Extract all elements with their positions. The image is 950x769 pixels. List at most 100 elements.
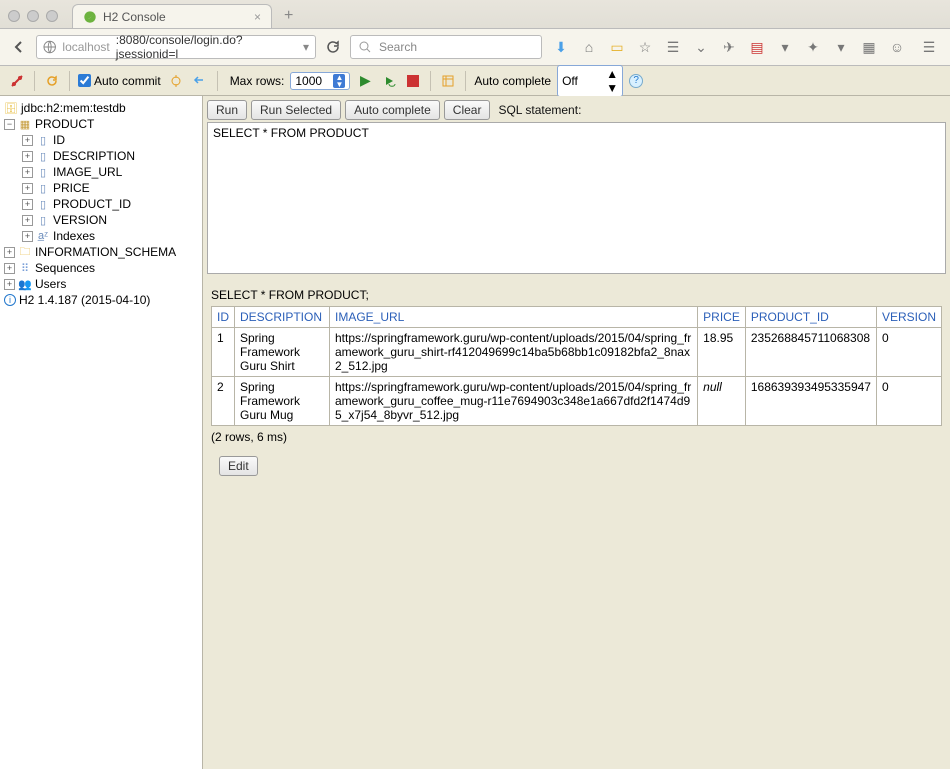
run-icon[interactable]: ▶: [356, 72, 374, 90]
collapse-icon[interactable]: −: [4, 119, 15, 130]
pocket-icon[interactable]: ⌄: [692, 38, 710, 56]
result-area: SELECT * FROM PRODUCT; ID DESCRIPTION IM…: [203, 278, 950, 488]
tree-column[interactable]: +▯DESCRIPTION: [0, 148, 202, 164]
expand-icon[interactable]: +: [22, 215, 33, 226]
tree-column[interactable]: +▯ID: [0, 132, 202, 148]
col-header[interactable]: PRICE: [698, 307, 746, 328]
minimize-window-icon[interactable]: [27, 10, 39, 22]
back-button[interactable]: [8, 36, 30, 58]
folder-icon[interactable]: ▭: [608, 38, 626, 56]
help-icon[interactable]: ?: [629, 74, 643, 88]
pdf-icon[interactable]: ▤: [748, 38, 766, 56]
window-controls: [8, 10, 58, 22]
run-button[interactable]: Run: [207, 100, 247, 120]
col-label: IMAGE_URL: [53, 165, 122, 179]
table-row: 1 Spring Framework Guru Shirt https://sp…: [212, 328, 942, 377]
list-icon[interactable]: ☰: [664, 38, 682, 56]
col-header[interactable]: ID: [212, 307, 235, 328]
download-icon[interactable]: ⬇: [552, 38, 570, 56]
title-bar: H2 Console × +: [0, 0, 950, 28]
expand-icon[interactable]: +: [22, 199, 33, 210]
dropdown-icon[interactable]: ▾: [303, 40, 309, 54]
commit-icon[interactable]: [167, 72, 185, 90]
sql-textarea[interactable]: SELECT * FROM PRODUCT: [207, 122, 946, 274]
grid-icon[interactable]: ▦: [860, 38, 878, 56]
dropdown2-icon[interactable]: ▾: [776, 38, 794, 56]
search-input[interactable]: Search: [350, 35, 542, 59]
expand-icon[interactable]: +: [4, 247, 15, 258]
content-pane: Run Run Selected Auto complete Clear SQL…: [203, 96, 950, 769]
auto-complete-button[interactable]: Auto complete: [345, 100, 440, 120]
disconnect-icon[interactable]: [8, 72, 26, 90]
url-input[interactable]: localhost:8080/console/login.do?jsession…: [36, 35, 316, 59]
browser-tab[interactable]: H2 Console ×: [72, 4, 272, 28]
maximize-window-icon[interactable]: [46, 10, 58, 22]
col-label: VERSION: [53, 213, 107, 227]
stop-icon[interactable]: [404, 72, 422, 90]
dropdown3-icon[interactable]: ▾: [832, 38, 850, 56]
new-tab-button[interactable]: +: [278, 7, 299, 25]
clear-button[interactable]: Clear: [444, 100, 491, 120]
send-icon[interactable]: ✈: [720, 38, 738, 56]
table-row: 2 Spring Framework Guru Mug https://spri…: [212, 377, 942, 426]
auto-complete-label: Auto complete: [474, 74, 551, 88]
col-header[interactable]: DESCRIPTION: [235, 307, 330, 328]
stepper-icon: ▲▼: [333, 74, 345, 88]
column-icon: ▯: [36, 213, 50, 227]
table-label: PRODUCT: [35, 117, 94, 131]
url-path: :8080/console/login.do?jsessionid=l: [116, 33, 297, 61]
expand-icon[interactable]: +: [22, 183, 33, 194]
max-rows-select[interactable]: 1000 ▲▼: [290, 72, 350, 90]
expand-icon[interactable]: +: [22, 135, 33, 146]
cell: 168639393495335947: [745, 377, 876, 426]
auto-complete-select[interactable]: Off ▲▼: [557, 65, 623, 97]
run-selected-icon[interactable]: [380, 72, 398, 90]
expand-icon[interactable]: +: [22, 231, 33, 242]
index-icon: a̲ᶻ: [36, 229, 50, 243]
auto-commit-checkbox[interactable]: Auto commit: [78, 74, 161, 88]
star-icon[interactable]: ☆: [636, 38, 654, 56]
close-window-icon[interactable]: [8, 10, 20, 22]
tree-information-schema[interactable]: +🗀INFORMATION_SCHEMA: [0, 244, 202, 260]
version-label: H2 1.4.187 (2015-04-10): [19, 293, 150, 307]
main-area: 🗄 jdbc:h2:mem:testdb − ▦ PRODUCT +▯ID +▯…: [0, 96, 950, 769]
sql-statement-label: SQL statement:: [498, 103, 581, 117]
dev-icon[interactable]: ✦: [804, 38, 822, 56]
tree-database[interactable]: 🗄 jdbc:h2:mem:testdb: [0, 100, 202, 116]
tab-close-icon[interactable]: ×: [254, 10, 261, 24]
tree-column[interactable]: +▯PRICE: [0, 180, 202, 196]
browser-toolbar-icons: ⬇ ⌂ ▭ ☆ ☰ ⌄ ✈ ▤ ▾ ✦ ▾ ▦ ☺ ☰: [548, 38, 942, 56]
max-rows-label: Max rows:: [230, 74, 285, 88]
home-icon[interactable]: ⌂: [580, 38, 598, 56]
chat-icon[interactable]: ☺: [888, 38, 906, 56]
col-header[interactable]: VERSION: [876, 307, 941, 328]
tree-column[interactable]: +▯VERSION: [0, 212, 202, 228]
refresh-icon[interactable]: [43, 72, 61, 90]
col-header[interactable]: IMAGE_URL: [330, 307, 698, 328]
tree-column[interactable]: +▯PRODUCT_ID: [0, 196, 202, 212]
rollback-icon[interactable]: [191, 72, 209, 90]
col-label: PRICE: [53, 181, 90, 195]
tree-column[interactable]: +▯IMAGE_URL: [0, 164, 202, 180]
expand-icon[interactable]: +: [4, 279, 15, 290]
history-icon[interactable]: [439, 72, 457, 90]
menu-icon[interactable]: ☰: [920, 38, 938, 56]
max-rows-value: 1000: [295, 74, 322, 88]
edit-button[interactable]: Edit: [219, 456, 258, 476]
column-icon: ▯: [36, 165, 50, 179]
sequences-label: Sequences: [35, 261, 95, 275]
tree-sequences[interactable]: +⠿Sequences: [0, 260, 202, 276]
cell: 0: [876, 328, 941, 377]
sidebar-tree: 🗄 jdbc:h2:mem:testdb − ▦ PRODUCT +▯ID +▯…: [0, 96, 203, 769]
sql-toolbar: Run Run Selected Auto complete Clear SQL…: [203, 96, 950, 122]
reload-button[interactable]: [322, 36, 344, 58]
tree-users[interactable]: +👥Users: [0, 276, 202, 292]
expand-icon[interactable]: +: [22, 151, 33, 162]
expand-icon[interactable]: +: [4, 263, 15, 274]
auto-commit-input[interactable]: [78, 74, 91, 87]
run-selected-button[interactable]: Run Selected: [251, 100, 341, 120]
expand-icon[interactable]: +: [22, 167, 33, 178]
col-header[interactable]: PRODUCT_ID: [745, 307, 876, 328]
cell: Spring Framework Guru Mug: [235, 377, 330, 426]
tree-table-product[interactable]: − ▦ PRODUCT: [0, 116, 202, 132]
